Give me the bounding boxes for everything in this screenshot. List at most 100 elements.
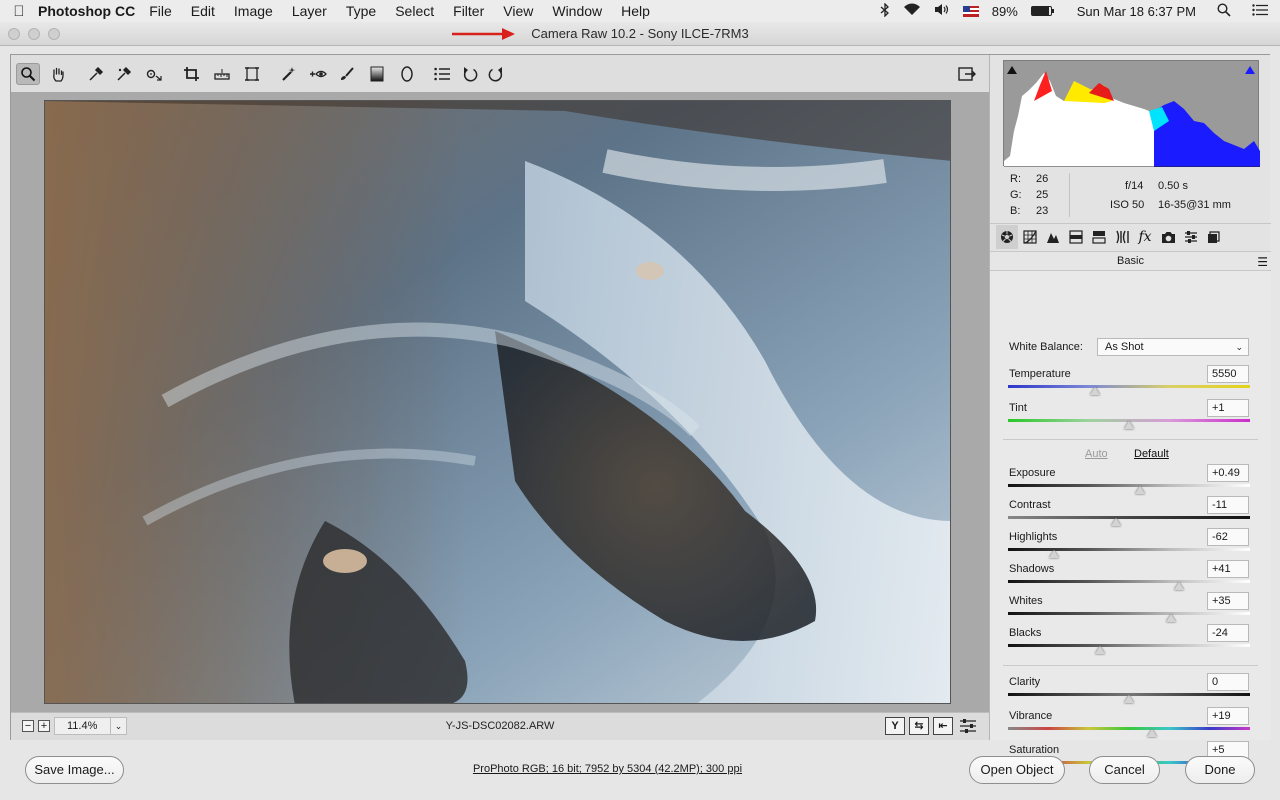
rotate-left-icon[interactable] bbox=[458, 63, 482, 85]
bluetooth-icon[interactable] bbox=[880, 1, 890, 20]
panel-menu-icon[interactable]: ☰ bbox=[1257, 253, 1268, 271]
battery-icon[interactable] bbox=[1030, 6, 1054, 16]
menu-layer[interactable]: Layer bbox=[292, 3, 327, 19]
minimize-window-button[interactable] bbox=[28, 28, 40, 40]
open-object-button[interactable]: Open Object bbox=[969, 756, 1065, 784]
color-sampler-icon[interactable] bbox=[112, 63, 136, 85]
menu-view[interactable]: View bbox=[503, 3, 533, 19]
temperature-label: Temperature bbox=[1009, 368, 1071, 380]
crop-tool-icon[interactable] bbox=[180, 63, 204, 85]
contrast-slider[interactable] bbox=[1008, 516, 1250, 519]
tab-hsl-icon[interactable] bbox=[1065, 225, 1087, 249]
zoom-tool-icon[interactable] bbox=[16, 63, 40, 85]
apple-menu-icon[interactable]:  bbox=[0, 3, 38, 20]
tab-effects-icon[interactable]: fx bbox=[1134, 225, 1156, 249]
red-eye-removal-icon[interactable] bbox=[306, 63, 330, 85]
highlights-slider[interactable] bbox=[1008, 548, 1250, 551]
tint-slider-thumb[interactable] bbox=[1124, 421, 1134, 429]
notification-center-icon[interactable] bbox=[1252, 3, 1268, 19]
battery-percent[interactable]: 89% bbox=[992, 4, 1018, 19]
tab-presets-icon[interactable] bbox=[1180, 225, 1202, 249]
exposure-slider-thumb[interactable] bbox=[1135, 486, 1145, 494]
menu-window[interactable]: Window bbox=[552, 3, 602, 19]
red-label: R: bbox=[1010, 173, 1021, 185]
tab-tone-curve-icon[interactable] bbox=[1019, 225, 1041, 249]
whites-label: Whites bbox=[1009, 595, 1043, 607]
default-tone-link[interactable]: Default bbox=[1134, 448, 1169, 460]
menu-file[interactable]: File bbox=[149, 3, 172, 19]
clarity-slider-thumb[interactable] bbox=[1124, 695, 1134, 703]
app-menu[interactable]: Photoshop CC bbox=[38, 3, 135, 19]
preferences-list-icon[interactable] bbox=[430, 63, 454, 85]
radial-filter-icon[interactable] bbox=[395, 63, 419, 85]
input-source-flag-icon[interactable] bbox=[962, 5, 979, 17]
contrast-slider-thumb[interactable] bbox=[1111, 518, 1121, 526]
tab-basic-icon[interactable] bbox=[996, 225, 1018, 249]
menu-filter[interactable]: Filter bbox=[453, 3, 484, 19]
before-after-view-button[interactable]: Y bbox=[885, 717, 905, 735]
menu-edit[interactable]: Edit bbox=[191, 3, 215, 19]
highlight-clipping-warning-icon[interactable] bbox=[1244, 63, 1256, 78]
temperature-value-field[interactable]: 5550 bbox=[1207, 365, 1249, 383]
exposure-slider[interactable] bbox=[1008, 484, 1250, 487]
clock[interactable]: Sun Mar 18 6:37 PM bbox=[1077, 4, 1196, 19]
menu-select[interactable]: Select bbox=[395, 3, 434, 19]
image-preview-area[interactable] bbox=[11, 92, 989, 712]
blacks-slider-thumb[interactable] bbox=[1095, 646, 1105, 654]
highlights-value-field[interactable]: -62 bbox=[1207, 528, 1249, 546]
copy-to-before-button[interactable]: ⇤ bbox=[933, 717, 953, 735]
contrast-value-field[interactable]: -11 bbox=[1207, 496, 1249, 514]
saturation-label: Saturation bbox=[1009, 744, 1060, 756]
shadows-slider[interactable] bbox=[1008, 580, 1250, 583]
tab-lens-corrections-icon[interactable] bbox=[1111, 225, 1133, 249]
spotlight-search-icon[interactable] bbox=[1217, 2, 1231, 20]
transform-tool-icon[interactable] bbox=[240, 63, 264, 85]
hand-tool-icon[interactable] bbox=[46, 63, 70, 85]
tab-detail-icon[interactable] bbox=[1042, 225, 1064, 249]
shadows-slider-thumb[interactable] bbox=[1174, 582, 1184, 590]
tint-value-field[interactable]: +1 bbox=[1207, 399, 1249, 417]
zoom-window-button[interactable] bbox=[48, 28, 60, 40]
spot-removal-icon[interactable] bbox=[277, 63, 301, 85]
targeted-adjustment-icon[interactable] bbox=[142, 63, 166, 85]
menu-image[interactable]: Image bbox=[234, 3, 273, 19]
vibrance-value-field[interactable]: +19 bbox=[1207, 707, 1249, 725]
white-balance-select[interactable]: As Shot ⌄ bbox=[1097, 338, 1249, 356]
blacks-slider[interactable] bbox=[1008, 644, 1250, 647]
shadows-value-field[interactable]: +41 bbox=[1207, 560, 1249, 578]
graduated-filter-icon[interactable] bbox=[365, 63, 389, 85]
blacks-value-field[interactable]: -24 bbox=[1207, 624, 1249, 642]
wifi-icon[interactable] bbox=[903, 3, 921, 19]
auto-tone-link[interactable]: Auto bbox=[1085, 448, 1108, 460]
done-button[interactable]: Done bbox=[1185, 756, 1255, 784]
tab-camera-calibration-icon[interactable] bbox=[1157, 225, 1179, 249]
swap-before-after-button[interactable]: ⇆ bbox=[909, 717, 929, 735]
temperature-slider-thumb[interactable] bbox=[1090, 387, 1100, 395]
temperature-slider[interactable] bbox=[1008, 385, 1250, 388]
whites-slider-thumb[interactable] bbox=[1166, 614, 1176, 622]
highlights-slider-thumb[interactable] bbox=[1049, 550, 1059, 558]
menu-help[interactable]: Help bbox=[621, 3, 650, 19]
exposure-value-field[interactable]: +0.49 bbox=[1207, 464, 1249, 482]
vibrance-slider[interactable] bbox=[1008, 727, 1250, 730]
rotate-right-icon[interactable] bbox=[484, 63, 508, 85]
whites-value-field[interactable]: +35 bbox=[1207, 592, 1249, 610]
shadows-label: Shadows bbox=[1009, 563, 1055, 575]
menu-bar:  Photoshop CC File Edit Image Layer Typ… bbox=[0, 0, 1280, 22]
straighten-tool-icon[interactable] bbox=[210, 63, 234, 85]
volume-icon[interactable] bbox=[934, 3, 950, 19]
adjustment-brush-icon[interactable] bbox=[335, 63, 359, 85]
shadow-clipping-warning-icon[interactable] bbox=[1006, 63, 1018, 78]
cancel-button[interactable]: Cancel bbox=[1089, 756, 1160, 784]
whites-slider[interactable] bbox=[1008, 612, 1250, 615]
photo-preview[interactable] bbox=[44, 100, 951, 704]
vibrance-slider-thumb[interactable] bbox=[1147, 729, 1157, 737]
menu-type[interactable]: Type bbox=[346, 3, 376, 19]
preview-settings-icon[interactable] bbox=[959, 718, 977, 737]
toggle-fullscreen-icon[interactable] bbox=[955, 63, 979, 85]
tab-split-toning-icon[interactable] bbox=[1088, 225, 1110, 249]
white-balance-eyedropper-icon[interactable] bbox=[84, 63, 108, 85]
tab-snapshots-icon[interactable] bbox=[1203, 225, 1225, 249]
close-window-button[interactable] bbox=[8, 28, 20, 40]
clarity-value-field[interactable]: 0 bbox=[1207, 673, 1249, 691]
